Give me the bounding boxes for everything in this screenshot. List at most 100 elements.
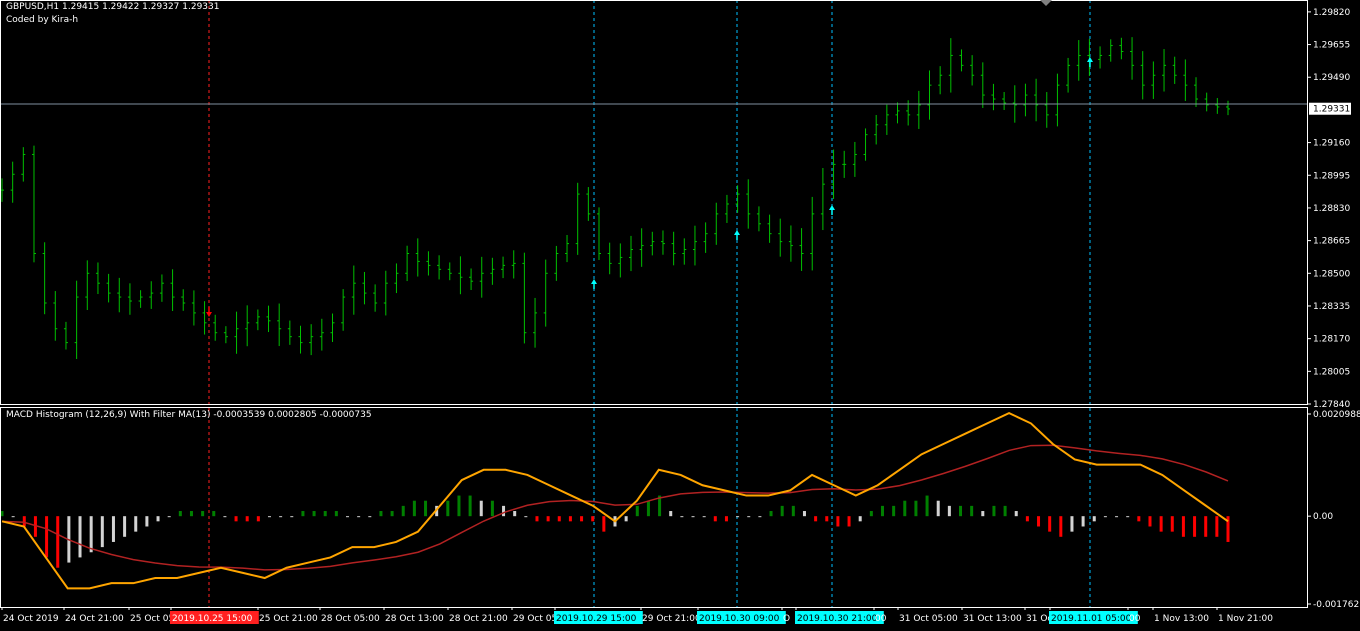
macd-hist-bar (111, 516, 115, 542)
time-tick-label: 28 Oct 13:00 (385, 614, 444, 624)
time-tick-label: 24 Oct 21:00 (65, 614, 124, 624)
macd-hist-bar (680, 516, 684, 518)
price-tick-label: 1.28995 (1313, 171, 1350, 181)
macd-hist-bar (256, 516, 260, 522)
macd-hist-bar (513, 511, 517, 517)
time-tick-label: 2019.11.01 05:00 (1051, 614, 1132, 624)
macd-hist-bar (1159, 516, 1163, 532)
macd-hist-bar (45, 516, 49, 558)
time-tick-label: 31 Oct 05:00 (899, 614, 958, 624)
macd-tick-label: 0.0020988 (1313, 410, 1360, 420)
macd-hist-bar (89, 516, 93, 553)
macd-hist-bar (56, 516, 60, 568)
macd-hist-bar (457, 495, 461, 517)
price-tick-label: 1.28170 (1313, 335, 1350, 345)
macd-hist-bar (1193, 516, 1197, 537)
macd-hist-bar (1081, 516, 1085, 527)
time-tick-label: 00 (1129, 614, 1141, 624)
price-tick-label: 1.28830 (1313, 204, 1350, 214)
price-tick-label: 1.28335 (1313, 302, 1350, 312)
price-tick-label: 1.28665 (1313, 237, 1350, 247)
time-tick-label: 1 Nov 21:00 (1218, 614, 1273, 624)
macd-hist-bar (1003, 505, 1007, 517)
macd-hist-bar (1126, 516, 1130, 518)
macd-hist-bar (858, 516, 862, 522)
macd-hist-bar (234, 516, 238, 522)
macd-hist-bar (546, 516, 550, 522)
time-tick-label: 00 (875, 614, 887, 624)
macd-hist-bar (602, 516, 606, 532)
macd-hist-bar (479, 500, 483, 517)
time-tick-label: 1 Nov 13:00 (1154, 614, 1209, 624)
macd-hist-bar (669, 511, 673, 517)
macd-hist-bar (568, 516, 572, 522)
macd-hist-bar (1148, 516, 1152, 527)
macd-hist-bar (970, 505, 974, 517)
macd-hist-bar (992, 505, 996, 517)
macd-hist-bar (78, 516, 82, 558)
macd-hist-bar (100, 516, 104, 548)
time-tick-label: 24 Oct 2019 (3, 614, 59, 624)
macd-tick-label: -0.001762 (1313, 600, 1359, 610)
time-tick-label: 29 Oct 21:00 (642, 614, 701, 624)
macd-hist-bar (156, 516, 160, 522)
trading-chart[interactable]: 1.29820 1.29655 1.29490 1.29160 1.28995 1.288… (0, 0, 1360, 631)
macd-hist-bar (212, 511, 216, 517)
macd-hist-bar (769, 511, 773, 517)
time-tick-label: 25 Oct 21:00 (259, 614, 318, 624)
time-tick-label: 28 Oct 05:00 (321, 614, 380, 624)
macd-hist-bar (903, 500, 907, 517)
macd-hist-bar (301, 511, 305, 517)
macd-hist-bar (290, 516, 294, 518)
macd-hist-bar (201, 511, 205, 517)
macd-title: MACD Histogram (12,26,9) With Filter MA(… (6, 410, 372, 420)
time-tick-label: O (783, 614, 790, 624)
macd-hist-bar (1070, 516, 1074, 532)
macd-hist-bar (802, 511, 806, 517)
macd-hist-bar (591, 516, 595, 522)
macd-hist-bar (557, 516, 561, 522)
macd-hist-bar (1025, 516, 1029, 522)
price-tick-label: 1.29160 (1313, 139, 1350, 149)
macd-hist-bar (869, 511, 873, 517)
time-tick-label: 25 Oct 05 (130, 614, 174, 624)
macd-hist-bar (446, 500, 450, 517)
macd-hist-bar (245, 516, 249, 522)
macd-hist-bar (1014, 511, 1018, 517)
macd-hist-bar (1115, 516, 1119, 518)
macd-hist-bar (401, 505, 405, 517)
macd-hist-bar (1092, 516, 1096, 522)
macd-hist-bar (390, 511, 394, 517)
macd-hist-bar (635, 505, 639, 517)
macd-hist-bar (780, 505, 784, 517)
macd-hist-bar (713, 516, 717, 522)
macd-hist-bar (123, 516, 127, 537)
macd-hist-bar (1204, 516, 1208, 537)
macd-hist-bar (22, 516, 26, 527)
macd-hist-bar (145, 516, 149, 527)
time-tick-label: 29 Oct 05 (513, 614, 557, 624)
macd-hist-bar (791, 505, 795, 517)
macd-hist-bar (892, 505, 896, 517)
macd-hist-bar (624, 516, 628, 522)
time-tick-label: 31 Oct 13:00 (963, 614, 1022, 624)
macd-hist-bar (535, 516, 539, 522)
symbol-header: GBPUSD,H1 1.29415 1.29422 1.29327 1.2933… (6, 2, 220, 12)
macd-hist-bar (925, 495, 929, 517)
macd-hist-bar (1048, 516, 1052, 532)
macd-hist-bar (468, 495, 472, 517)
macd-hist-bar (1215, 516, 1219, 537)
macd-hist-bar (847, 516, 851, 527)
time-tick-label: 2019.10.30 09:00 (699, 614, 780, 624)
price-tick-label: 1.28005 (1313, 367, 1350, 377)
macd-hist-bar (223, 516, 227, 518)
macd-hist-bar (736, 516, 740, 518)
macd-hist-bar (357, 516, 361, 518)
macd-hist-bar (279, 516, 283, 518)
macd-hist-bar (702, 516, 706, 518)
macd-hist-bar (580, 516, 584, 522)
price-tick-label: 1.27840 (1313, 400, 1350, 410)
macd-hist-bar (11, 516, 15, 518)
macd-hist-bar (1059, 516, 1063, 537)
macd-hist-bar (747, 516, 751, 518)
